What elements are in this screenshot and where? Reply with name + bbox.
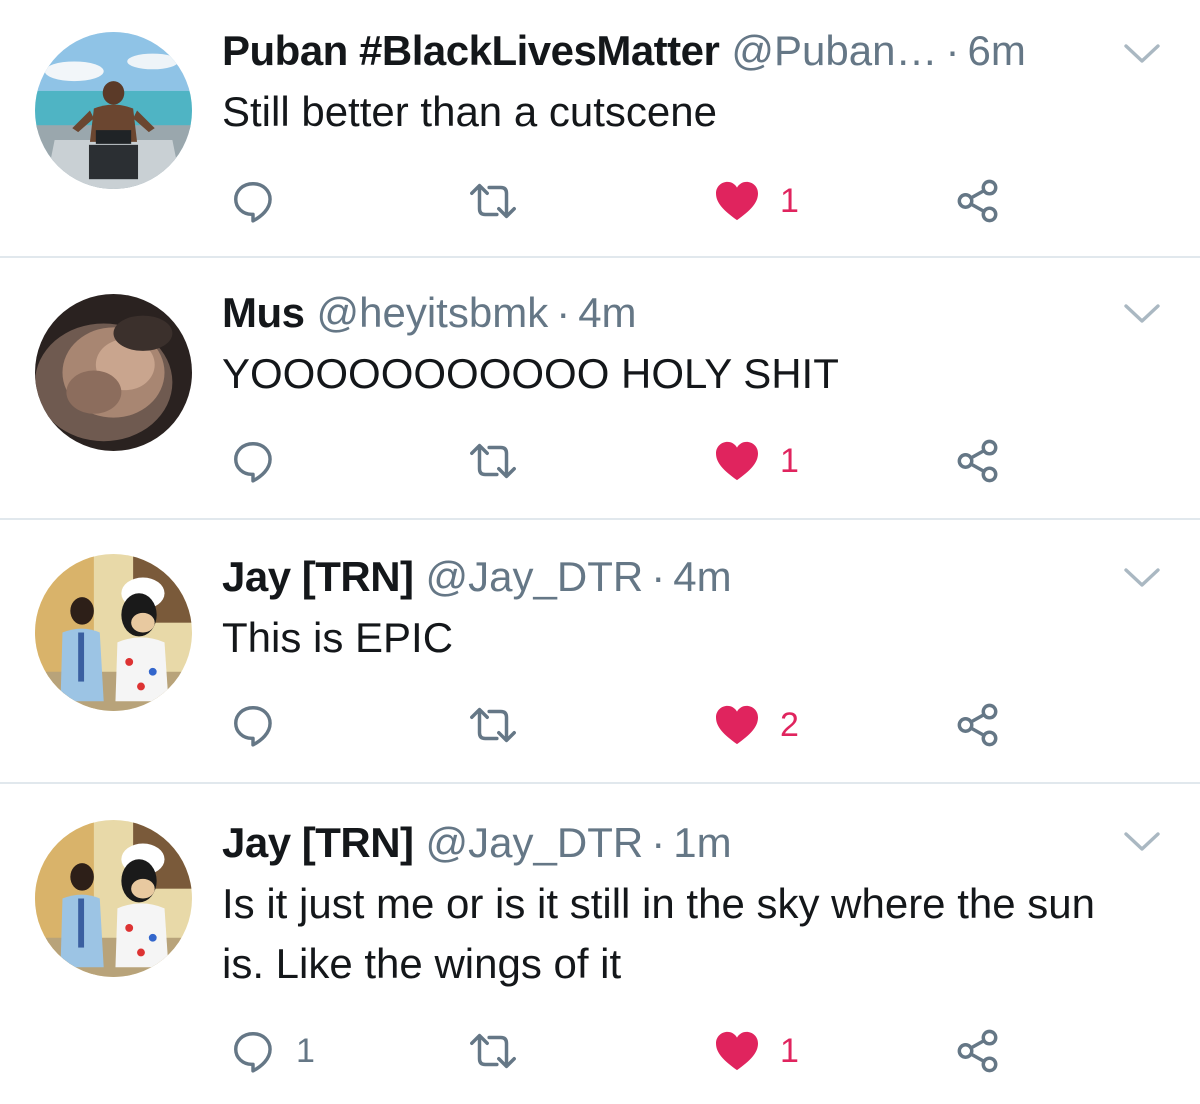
share-icon (955, 1028, 1001, 1074)
like-count: 1 (780, 1032, 799, 1070)
share-icon (955, 178, 1001, 224)
share-icon (955, 702, 1001, 748)
like-button[interactable]: 1 (714, 176, 799, 226)
share-button[interactable] (955, 436, 1001, 486)
reply-button[interactable]: 1 (230, 1026, 315, 1076)
like-count: 2 (780, 706, 799, 744)
chevron-down-icon[interactable] (1122, 564, 1162, 592)
heart-icon (714, 180, 760, 222)
share-icon (955, 438, 1001, 484)
reply-icon (230, 438, 276, 484)
retweet-icon (466, 181, 520, 221)
chevron-down-icon[interactable] (1122, 828, 1162, 856)
tweet[interactable]: Puban #BlackLivesMatter @Puban… · 6m Sti… (0, 0, 1200, 256)
tweet-actions: 1 1 (0, 1026, 1200, 1076)
separator-dot: · (651, 819, 666, 866)
tweet[interactable]: Mus @heyitsbmk · 4m YOOOOOOOOOOO HOLY SH… (0, 258, 1200, 518)
timestamp[interactable]: 6m (967, 26, 1025, 76)
username-handle[interactable]: @heyitsbmk (317, 288, 549, 338)
avatar[interactable] (35, 820, 192, 977)
reply-button[interactable] (230, 436, 296, 486)
like-button[interactable]: 1 (714, 436, 799, 486)
avatar[interactable] (35, 32, 192, 189)
tweet-text: This is EPIC (222, 614, 454, 661)
display-name[interactable]: Puban #BlackLivesMatter (222, 26, 720, 76)
share-button[interactable] (955, 176, 1001, 226)
chevron-down-icon[interactable] (1122, 40, 1162, 68)
reply-icon (230, 702, 276, 748)
retweet-button[interactable] (466, 700, 520, 750)
avatar[interactable] (35, 554, 192, 711)
retweet-button[interactable] (466, 176, 520, 226)
like-count: 1 (780, 442, 799, 480)
share-button[interactable] (955, 700, 1001, 750)
tweet-feed: Puban #BlackLivesMatter @Puban… · 6m Sti… (0, 0, 1200, 1104)
retweet-icon (466, 1031, 520, 1071)
retweet-button[interactable] (466, 436, 520, 486)
avatar-photo-goofy (35, 820, 192, 977)
heart-icon (714, 704, 760, 746)
tweet-text: Still better than a cutscene (222, 88, 717, 135)
display-name[interactable]: Jay [TRN] (222, 818, 414, 868)
tweet[interactable]: Jay [TRN] @Jay_DTR · 1m Is it just me or… (0, 784, 1200, 1104)
avatar[interactable] (35, 294, 192, 451)
reply-button[interactable] (230, 176, 296, 226)
tweet-actions: 2 (0, 700, 1200, 750)
reply-icon (230, 178, 276, 224)
reply-icon (230, 1028, 276, 1074)
heart-icon (714, 1030, 760, 1072)
username-handle[interactable]: @Jay_DTR (426, 818, 644, 868)
tweet-text: Is it just me or is it still in the sky … (222, 880, 1095, 987)
separator-dot: · (651, 553, 666, 600)
timestamp[interactable]: 1m (673, 818, 731, 868)
like-button[interactable]: 1 (714, 1026, 799, 1076)
timestamp[interactable]: 4m (673, 552, 731, 602)
retweet-icon (466, 705, 520, 745)
tweet-actions: 1 (0, 176, 1200, 226)
display-name[interactable]: Mus (222, 288, 305, 338)
timestamp[interactable]: 4m (578, 288, 636, 338)
like-count: 1 (780, 182, 799, 220)
avatar-photo-boat (35, 32, 192, 189)
username-handle[interactable]: @Jay_DTR (426, 552, 644, 602)
retweet-button[interactable] (466, 1026, 520, 1076)
retweet-icon (466, 441, 520, 481)
share-button[interactable] (955, 1026, 1001, 1076)
reply-count: 1 (296, 1032, 315, 1070)
reply-button[interactable] (230, 700, 296, 750)
avatar-photo-blurred (35, 294, 192, 451)
avatar-photo-goofy (35, 554, 192, 711)
chevron-down-icon[interactable] (1122, 300, 1162, 328)
tweet[interactable]: Jay [TRN] @Jay_DTR · 4m This is EPIC 2 (0, 520, 1200, 782)
tweet-actions: 1 (0, 436, 1200, 486)
heart-icon (714, 440, 760, 482)
separator-dot: · (945, 27, 960, 74)
tweet-text: YOOOOOOOOOOO HOLY SHIT (222, 350, 839, 397)
separator-dot: · (556, 289, 571, 336)
username-handle[interactable]: @Puban… (731, 26, 937, 76)
like-button[interactable]: 2 (714, 700, 799, 750)
display-name[interactable]: Jay [TRN] (222, 552, 414, 602)
